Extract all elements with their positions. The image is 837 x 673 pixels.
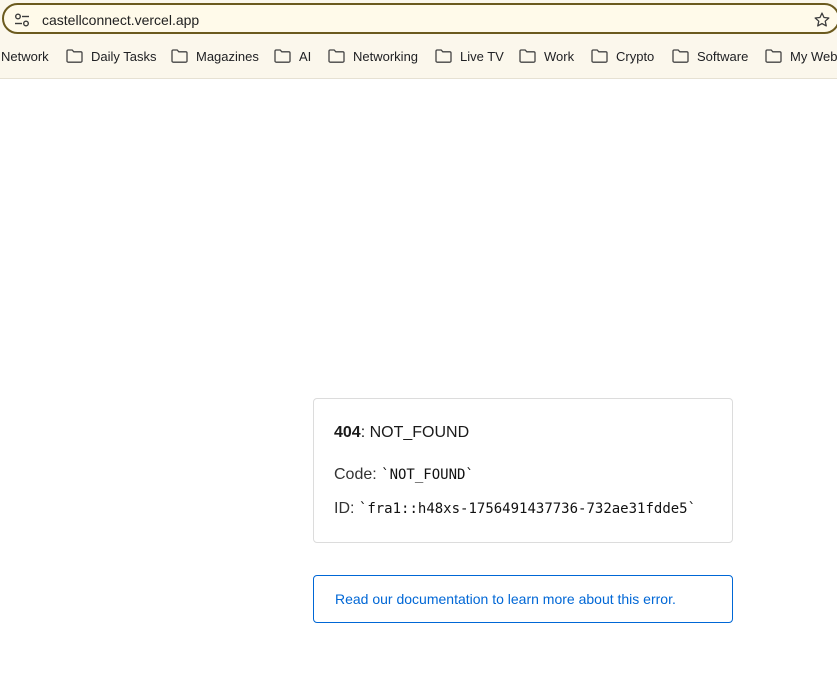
bookmark-folder-daily-tasks[interactable]: Daily Tasks <box>66 44 157 68</box>
bookmark-label: Daily Tasks <box>91 48 157 64</box>
bookmark-label: AI <box>299 48 312 64</box>
folder-icon <box>328 49 345 63</box>
bookmark-label: Software <box>697 48 749 64</box>
bookmark-network[interactable]: Network <box>1 44 49 68</box>
bookmark-folder-networking[interactable]: Networking <box>328 44 418 68</box>
bookmark-folder-crypto[interactable]: Crypto <box>591 44 654 68</box>
error-id-line: ID: `fra1::h48xs-1756491437736-732ae31fd… <box>334 500 696 518</box>
folder-icon <box>274 49 291 63</box>
bookmarks-bar: Network Daily Tasks Magazines AI Network… <box>0 44 837 68</box>
folder-icon <box>519 49 536 63</box>
bookmark-label: Crypto <box>616 48 655 64</box>
bookmark-label: Networking <box>353 48 419 64</box>
error-code-label: Code: <box>334 466 382 483</box>
error-id-label: ID: <box>334 500 359 517</box>
address-bar[interactable]: castellconnect.vercel.app <box>2 3 837 34</box>
bookmark-label: Magazines <box>196 48 259 64</box>
star-icon[interactable] <box>813 11 831 29</box>
url-text[interactable]: castellconnect.vercel.app <box>42 12 199 28</box>
error-status-code: 404 <box>334 424 361 441</box>
bookmark-folder-ai[interactable]: AI <box>274 44 311 68</box>
documentation-box: Read our documentation to learn more abo… <box>313 575 733 623</box>
folder-icon <box>765 49 782 63</box>
bookmark-label: Network <box>1 48 49 64</box>
error-code-line: Code: `NOT_FOUND` <box>334 466 474 484</box>
folder-icon <box>66 49 83 63</box>
error-id-value: `fra1::h48xs-1756491437736-732ae31fdde5` <box>358 501 697 517</box>
bookmark-folder-my-webs[interactable]: My Webs <box>765 44 837 68</box>
error-card: 404: NOT_FOUND Code: `NOT_FOUND` ID: `fr… <box>313 398 733 543</box>
folder-icon <box>591 49 608 63</box>
browser-chrome: castellconnect.vercel.app Network Daily … <box>0 0 837 79</box>
bookmark-label: My Webs <box>790 48 837 64</box>
folder-icon <box>672 49 689 63</box>
bookmark-label: Live TV <box>460 48 504 64</box>
bookmark-folder-work[interactable]: Work <box>519 44 574 68</box>
documentation-link[interactable]: Read our documentation to learn more abo… <box>335 591 676 607</box>
bookmark-folder-live-tv[interactable]: Live TV <box>435 44 504 68</box>
bookmark-folder-software[interactable]: Software <box>672 44 748 68</box>
bookmark-label: Work <box>544 48 575 64</box>
error-status-name: : NOT_FOUND <box>360 424 470 441</box>
tune-icon[interactable] <box>14 12 30 28</box>
folder-icon <box>171 49 188 63</box>
error-title: 404: NOT_FOUND <box>334 424 469 442</box>
folder-icon <box>435 49 452 63</box>
bookmark-folder-magazines[interactable]: Magazines <box>171 44 259 68</box>
error-code-value: `NOT_FOUND` <box>381 467 474 483</box>
